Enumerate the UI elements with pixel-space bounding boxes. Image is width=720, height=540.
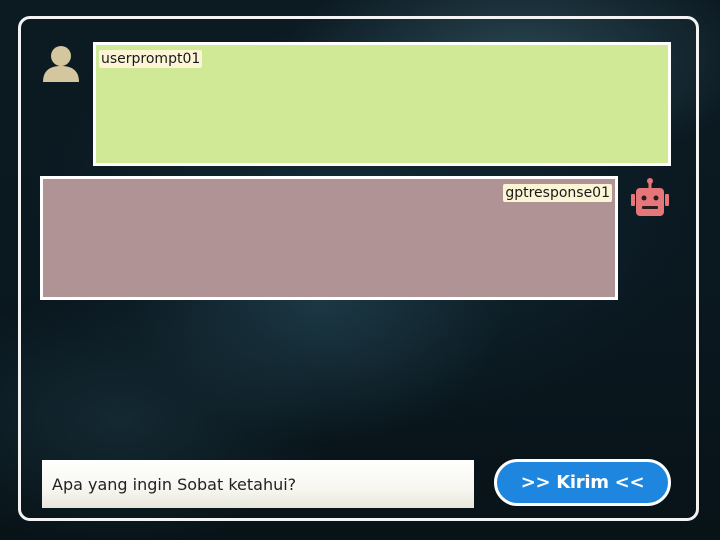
user-message-text: userprompt01 [99,50,203,68]
send-button[interactable]: >> Kirim << [494,459,671,506]
prompt-input[interactable] [42,460,474,508]
assistant-message-text: gptresponse01 [503,184,612,202]
robot-icon [631,178,669,216]
user-message-bubble: userprompt01 [93,42,671,166]
assistant-message-bubble: gptresponse01 [40,176,618,300]
bot-avatar [629,176,671,220]
user-avatar [40,42,82,86]
user-icon [43,46,79,82]
